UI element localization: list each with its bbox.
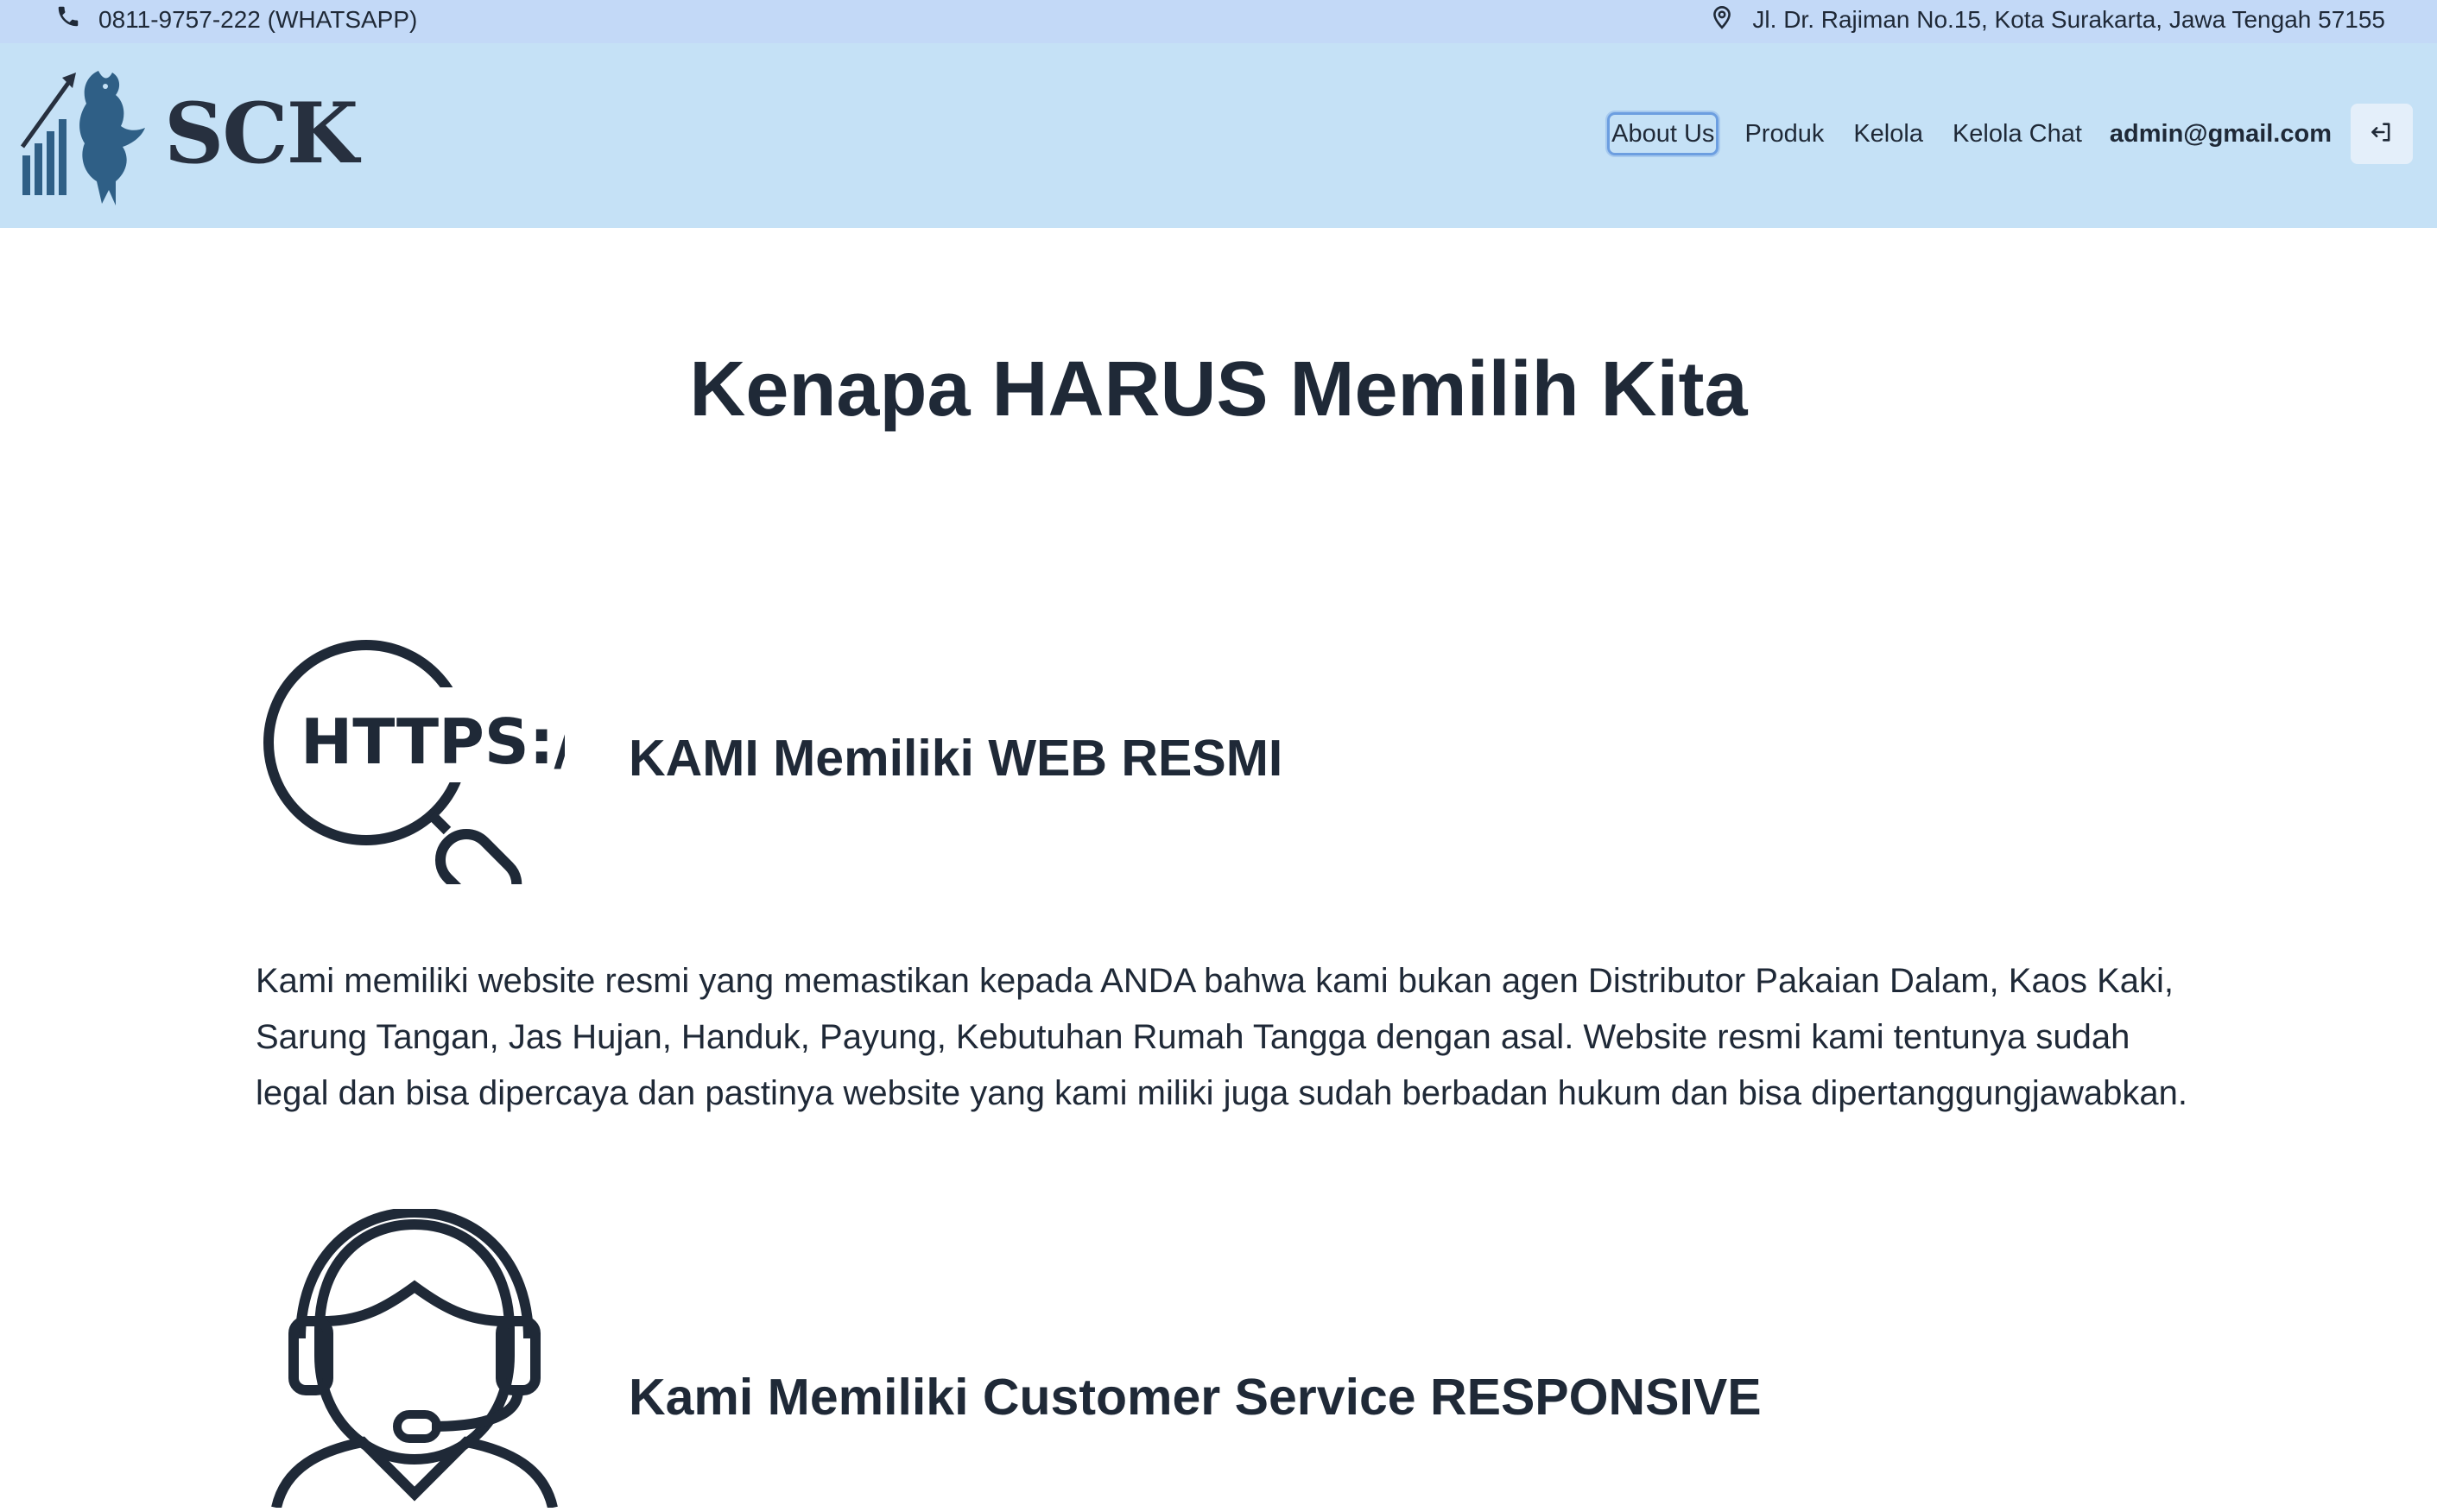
contact-phone[interactable]: 0811-9757-222 (WHATSAPP): [55, 3, 417, 35]
nav-produk[interactable]: Produk: [1741, 113, 1827, 155]
customer-service-headset-icon: [268, 1206, 561, 1512]
nav-kelola[interactable]: Kelola: [1850, 113, 1927, 155]
phone-number: 0811-9757-222 (WHATSAPP): [98, 5, 418, 33]
https-search-icon: HTTPS://: [259, 636, 600, 916]
feature-desc-web-resmi: Kami memiliki website resmi yang memasti…: [256, 962, 2188, 1112]
page-title: Kenapa HARUS Memilih Kita: [689, 346, 1748, 433]
brand-name: SCK: [164, 85, 358, 182]
logout-icon: [2370, 120, 2394, 149]
nav-menu: About Us Produk Kelola Kelola Chat admin…: [1585, 104, 2413, 164]
contact-address: Jl. Dr. Rajiman No.15, Kota Surakarta, J…: [1711, 3, 2385, 35]
phone-icon: [55, 3, 81, 35]
top-info-bar: 0811-9757-222 (WHATSAPP) Jl. Dr. Rajiman…: [0, 0, 2437, 43]
logout-button[interactable]: [2351, 104, 2413, 164]
user-email[interactable]: admin@gmail.com: [2110, 120, 2332, 149]
nav-kelola-chat[interactable]: Kelola Chat: [1949, 113, 2086, 155]
dragon-chart-logo-icon: [19, 60, 157, 210]
brand-logo[interactable]: SCK: [19, 60, 358, 210]
nav-about-us[interactable]: About Us: [1607, 112, 1719, 155]
feature-title-web-resmi: KAMI Memiliki WEB RESMI: [629, 730, 1283, 787]
map-pin-icon: [1711, 3, 1733, 35]
address-text: Jl. Dr. Rajiman No.15, Kota Surakarta, J…: [1752, 5, 2385, 33]
feature-title-customer-service: Kami Memiliki Customer Service RESPONSIV…: [629, 1369, 1762, 1426]
main-navbar: SCK About Us Produk Kelola Kelola Chat a…: [0, 43, 2437, 228]
svg-text:HTTPS://: HTTPS://: [301, 705, 565, 778]
